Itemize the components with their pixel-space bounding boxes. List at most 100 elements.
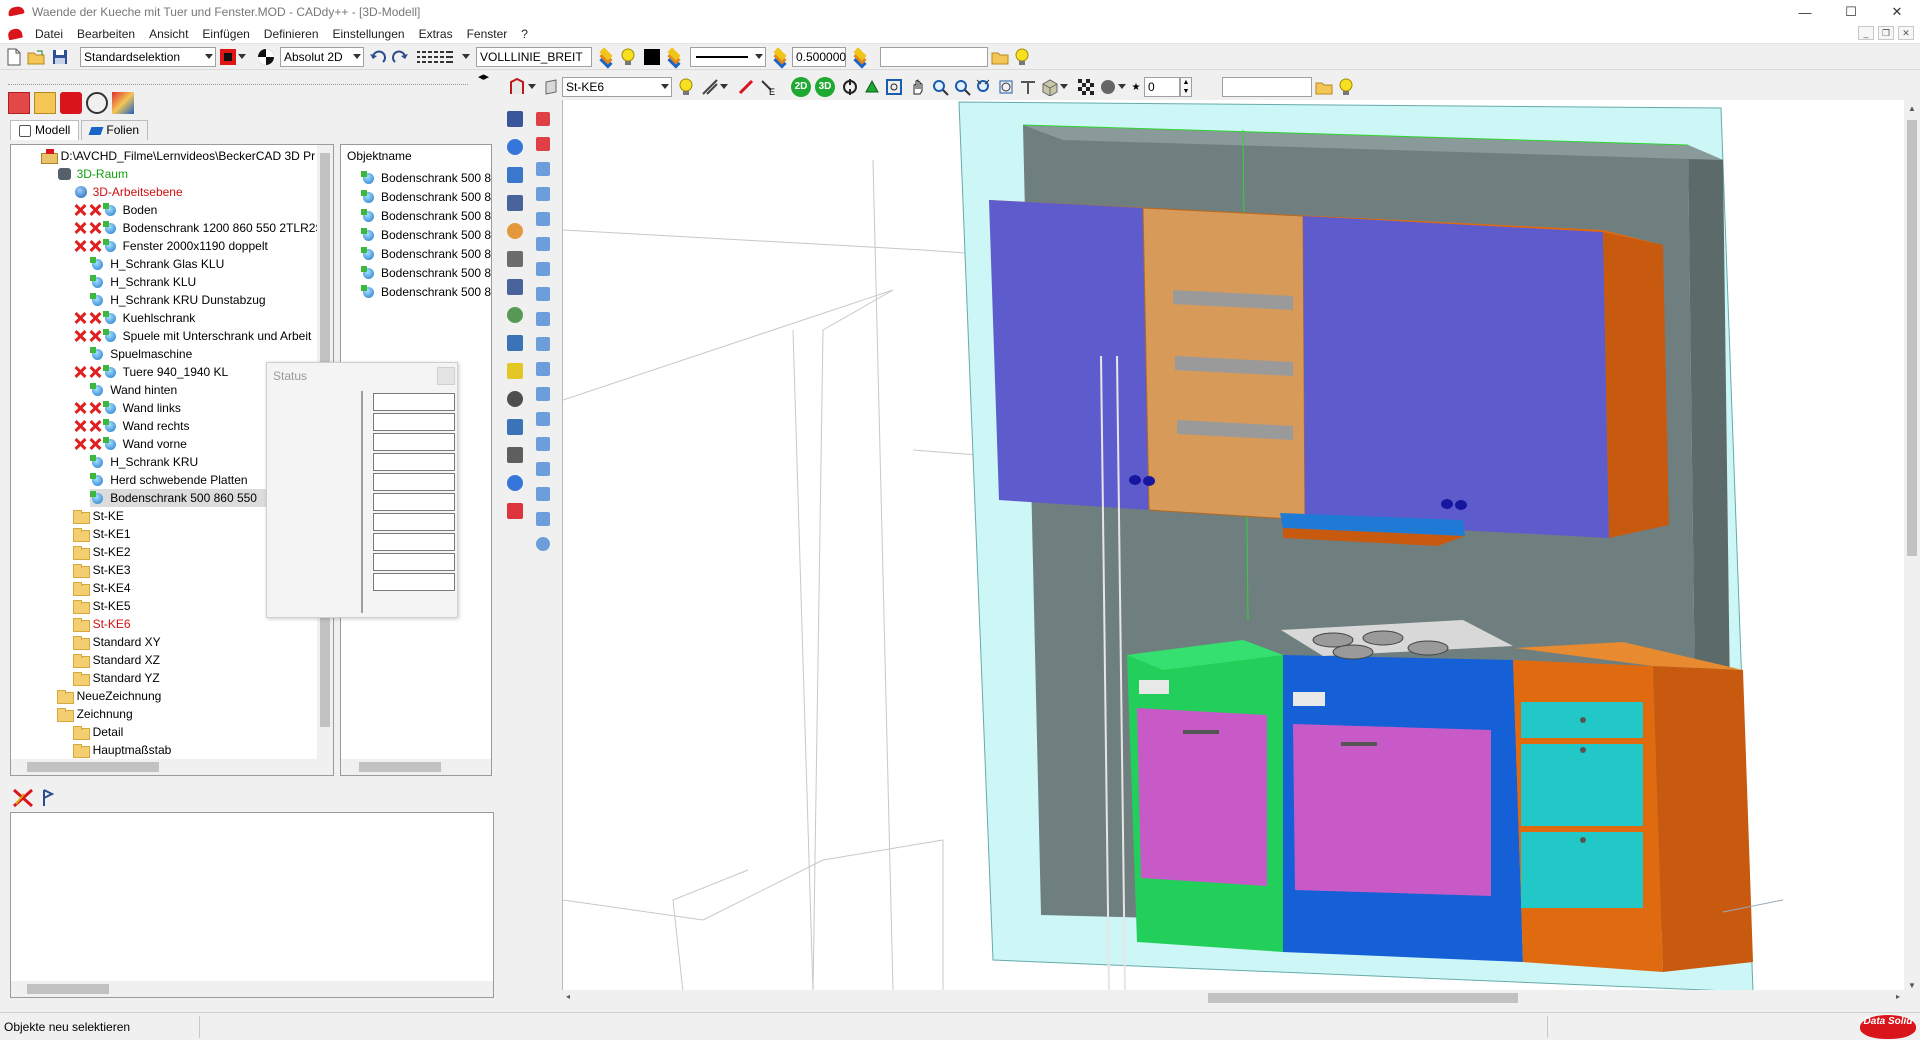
hidden-x-icon[interactable] bbox=[73, 221, 87, 235]
status-field[interactable] bbox=[373, 393, 455, 411]
locked-x-icon[interactable] bbox=[88, 221, 102, 235]
hatch-icon[interactable] bbox=[504, 444, 526, 466]
construction-dropdown-icon[interactable] bbox=[526, 77, 538, 97]
close-button[interactable]: ✕ bbox=[1874, 0, 1920, 24]
mdi-close-button[interactable]: ✕ bbox=[1898, 26, 1914, 40]
status-field[interactable] bbox=[373, 413, 455, 431]
tree-item[interactable]: H_Schrank KLU bbox=[90, 273, 196, 291]
minimize-button[interactable]: — bbox=[1782, 0, 1828, 24]
status-field[interactable] bbox=[373, 513, 455, 531]
linetype-name-field[interactable]: VOLLLINIE_BREIT bbox=[476, 47, 592, 67]
shading-box-icon[interactable] bbox=[1040, 77, 1060, 97]
tree-folder[interactable]: St-KE3 bbox=[72, 561, 131, 579]
work-plane-select[interactable]: St-KE6 bbox=[562, 77, 672, 97]
object-list-item[interactable]: Bodenschrank 500 86 bbox=[361, 169, 491, 187]
tree-folder[interactable]: Standard XZ bbox=[72, 651, 160, 669]
counter-spinner[interactable]: ▲ ▼ bbox=[1180, 77, 1192, 97]
dots-row-icon[interactable] bbox=[532, 283, 554, 305]
locked-x-icon[interactable] bbox=[88, 329, 102, 343]
hidden-x-icon[interactable] bbox=[73, 311, 87, 325]
rotate-copy-icon[interactable] bbox=[532, 358, 554, 380]
3d-viewport[interactable] bbox=[562, 100, 1920, 992]
color-red-icon[interactable] bbox=[218, 47, 238, 67]
dotted-line-icon[interactable] bbox=[504, 332, 526, 354]
fill-icon[interactable] bbox=[532, 133, 554, 155]
rotate-icon[interactable] bbox=[504, 276, 526, 298]
tree-item[interactable]: Wand rechts bbox=[73, 417, 190, 435]
locked-x-icon[interactable] bbox=[88, 419, 102, 433]
object-list-item[interactable]: Bodenschrank 500 86 bbox=[361, 188, 491, 206]
move-point-icon[interactable] bbox=[532, 158, 554, 180]
objects-icon[interactable] bbox=[112, 92, 134, 114]
text-edit-icon[interactable] bbox=[504, 416, 526, 438]
menu-datei[interactable]: Datei bbox=[28, 24, 70, 44]
properties-tool-icon[interactable] bbox=[40, 788, 56, 808]
document-logo-icon[interactable] bbox=[7, 27, 23, 40]
tree-folder[interactable]: Zeichnung bbox=[56, 705, 133, 723]
menu-einfuegen[interactable]: Einfügen bbox=[195, 24, 256, 44]
hidden-x-icon[interactable] bbox=[73, 365, 87, 379]
locked-x-icon[interactable] bbox=[88, 239, 102, 253]
open-folder-icon[interactable] bbox=[26, 47, 46, 67]
menu-fenster[interactable]: Fenster bbox=[460, 24, 515, 44]
status-field[interactable] bbox=[373, 533, 455, 551]
tree-horizontal-scrollbar[interactable] bbox=[11, 759, 333, 775]
tree-item[interactable]: Boden bbox=[73, 201, 157, 219]
scatter-icon[interactable] bbox=[532, 408, 554, 430]
sphere-select-icon[interactable] bbox=[504, 136, 526, 158]
plane-light-icon[interactable] bbox=[676, 77, 696, 97]
sphere-icon[interactable] bbox=[1098, 77, 1118, 97]
tree-folder[interactable]: Hauptmaßstab bbox=[72, 741, 171, 759]
viewport-horizontal-scrollbar[interactable]: ◂ ▸ bbox=[562, 990, 1920, 1006]
layer-stack-icon[interactable] bbox=[596, 47, 616, 69]
view-folder-icon[interactable] bbox=[1314, 77, 1334, 97]
rotate-back-icon[interactable] bbox=[532, 383, 554, 405]
status-field[interactable] bbox=[373, 573, 455, 591]
hidden-x-icon[interactable] bbox=[73, 401, 87, 415]
viewport-vertical-scrollbar[interactable]: ▲ ▼ bbox=[1904, 100, 1920, 992]
object-list-item[interactable]: Bodenschrank 500 86 bbox=[361, 207, 491, 225]
dots-grid-icon[interactable] bbox=[532, 308, 554, 330]
view-search-field[interactable] bbox=[1222, 77, 1312, 97]
redo-icon[interactable] bbox=[390, 47, 410, 67]
menu-help[interactable]: ? bbox=[514, 24, 535, 44]
section-icon[interactable] bbox=[1018, 77, 1038, 97]
hidden-x-icon[interactable] bbox=[73, 239, 87, 253]
plane-icon[interactable] bbox=[542, 77, 562, 97]
mdi-restore-button[interactable]: ❐ bbox=[1878, 26, 1894, 40]
menu-bearbeiten[interactable]: Bearbeiten bbox=[70, 24, 142, 44]
undo-icon[interactable] bbox=[368, 47, 388, 67]
view-3d-button[interactable]: 3D bbox=[814, 77, 836, 97]
view-2d-button[interactable]: 2D bbox=[790, 77, 812, 97]
panel-grip[interactable] bbox=[8, 84, 468, 86]
tree-folder[interactable]: St-KE4 bbox=[72, 579, 131, 597]
object-list-horizontal-scrollbar[interactable] bbox=[341, 759, 491, 775]
highlight-icon[interactable] bbox=[504, 360, 526, 382]
tree-root[interactable]: D:\AVCHD_Filme\Lernvideos\BeckerCAD 3D P… bbox=[40, 147, 315, 165]
tree-folder[interactable]: St-KE1 bbox=[72, 525, 131, 543]
properties-horizontal-scrollbar[interactable] bbox=[11, 981, 493, 997]
construction-icon[interactable] bbox=[508, 77, 528, 97]
status-field[interactable] bbox=[373, 493, 455, 511]
status-field[interactable] bbox=[373, 433, 455, 451]
tree-folder[interactable]: Detail bbox=[72, 723, 123, 741]
tree-item[interactable]: H_Schrank KRU bbox=[90, 453, 198, 471]
edit-e-icon[interactable]: E bbox=[758, 77, 778, 97]
rotate-view-icon[interactable] bbox=[840, 77, 860, 97]
zoom-window-icon[interactable] bbox=[884, 77, 904, 97]
layer-stack-icon-4[interactable] bbox=[850, 47, 870, 69]
hidden-x-icon[interactable] bbox=[73, 437, 87, 451]
locked-x-icon[interactable] bbox=[88, 437, 102, 451]
status-field[interactable] bbox=[373, 553, 455, 571]
tree-item[interactable]: Bodenschrank 1200 860 550 2TLR2S bbox=[73, 219, 323, 237]
tree-item[interactable]: Wand links bbox=[73, 399, 181, 417]
tree-item[interactable]: 3D-Arbeitsebene bbox=[73, 183, 183, 201]
line-width-field[interactable]: 0.500000 bbox=[792, 47, 846, 67]
expand-icon[interactable] bbox=[532, 508, 554, 530]
color-dropdown-icon[interactable] bbox=[236, 47, 248, 67]
layer-stack-icon-2[interactable] bbox=[664, 47, 684, 69]
zoom-in-icon[interactable] bbox=[930, 77, 950, 97]
locked-x-icon[interactable] bbox=[88, 365, 102, 379]
info-icon[interactable] bbox=[504, 472, 526, 494]
arrow-up-icon[interactable] bbox=[532, 433, 554, 455]
